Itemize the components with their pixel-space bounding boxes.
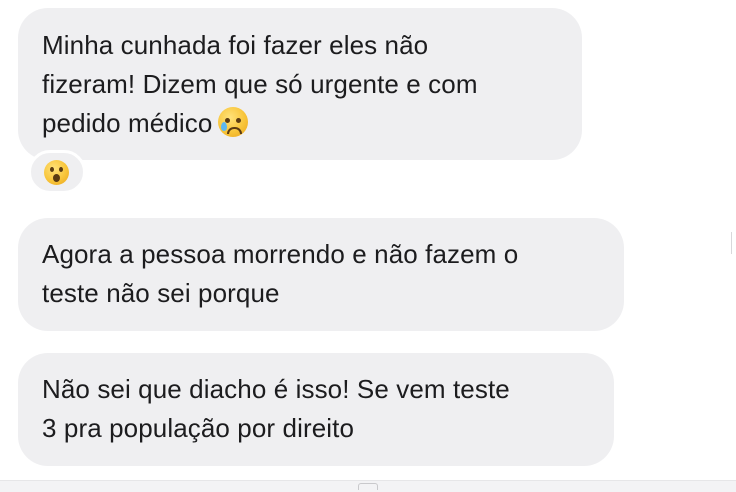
scroll-edge-indicator bbox=[731, 232, 736, 254]
composer-bar bbox=[0, 480, 736, 492]
astonished-face-icon bbox=[44, 160, 69, 185]
message-bubble[interactable]: Agora a pessoa morrendo e não fazem o te… bbox=[18, 218, 624, 331]
message-text: Minha cunhada foi fazer eles não fizeram… bbox=[42, 30, 478, 138]
crying-face-icon bbox=[218, 107, 249, 137]
message-reaction[interactable] bbox=[28, 150, 86, 194]
message-text: Agora a pessoa morrendo e não fazem o te… bbox=[42, 239, 519, 308]
message-bubble[interactable]: Minha cunhada foi fazer eles não fizeram… bbox=[18, 8, 582, 160]
message-text: Não sei que diacho é isso! Se vem teste … bbox=[42, 374, 510, 443]
message-bubble[interactable]: Não sei que diacho é isso! Se vem teste … bbox=[18, 353, 614, 466]
composer-handle-icon[interactable] bbox=[358, 483, 378, 490]
chat-thread: Minha cunhada foi fazer eles não fizeram… bbox=[0, 0, 736, 492]
